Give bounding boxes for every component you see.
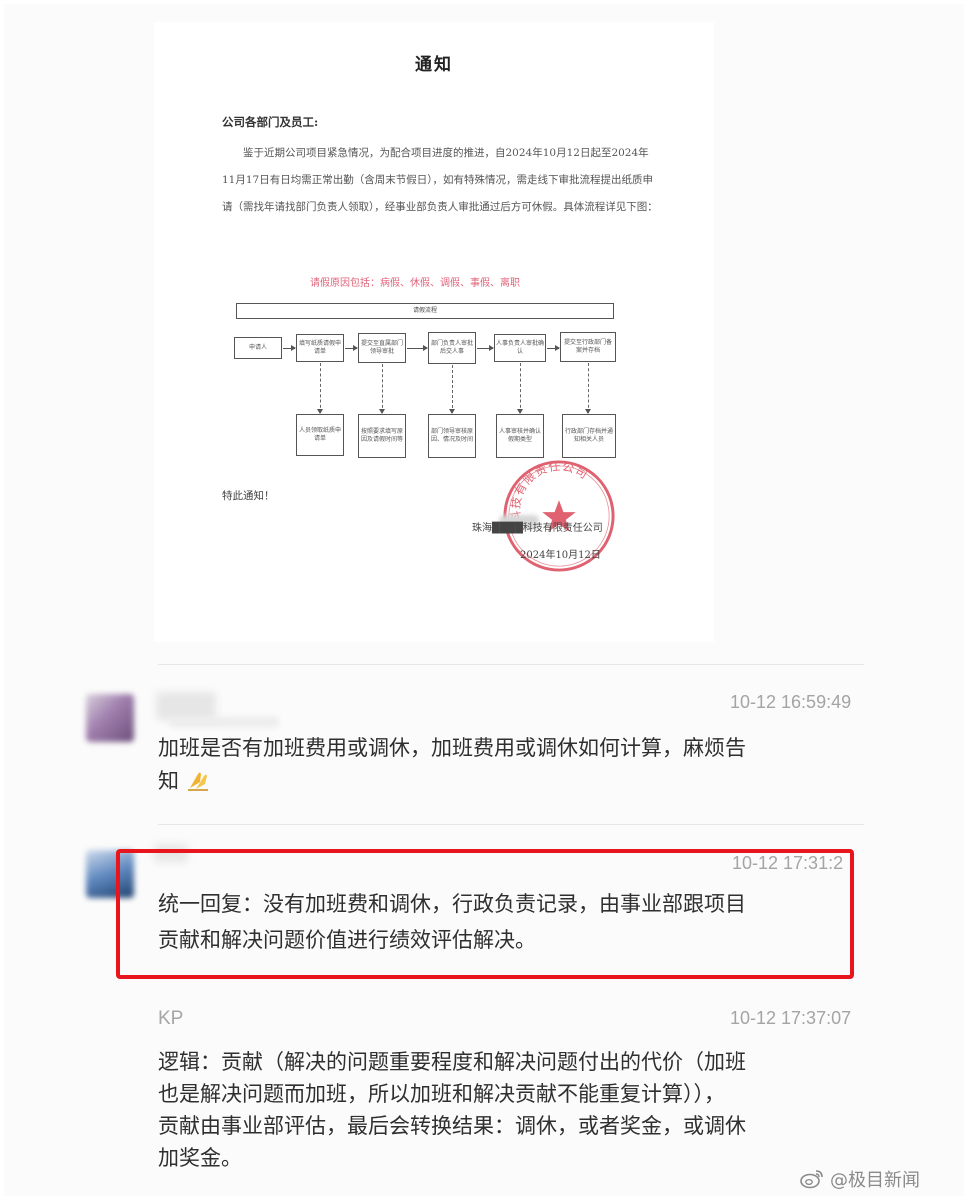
message-line: 加奖金。 — [158, 1146, 242, 1170]
message-timestamp: 10-12 17:37:07 — [730, 1008, 852, 1028]
flow-arrow-down — [317, 363, 323, 414]
watermark: @极目新闻 — [800, 1166, 920, 1192]
divider — [158, 824, 864, 825]
sender-subtitle-redacted — [169, 717, 279, 727]
flow-arrow-down — [585, 363, 591, 414]
flow-step-2: 填写纸质请假申请单 — [296, 334, 344, 362]
flow-note-3: 部门领导审核原因、情况及时间 — [428, 414, 476, 458]
notice-date: 2024年10月12日 — [520, 550, 601, 561]
flow-arrow — [407, 345, 428, 351]
notice-salutation: 公司各部门及员工: — [222, 115, 319, 129]
message-line: 加班是否有加班费用或调休，加班费用或调休如何计算，麻烦告 — [158, 736, 746, 760]
notice-document-image[interactable]: 通知 公司各部门及员工: 鉴于近期公司项目紧急情况，为配合项目进度的推进，自20… — [154, 22, 714, 642]
flow-arrow — [547, 345, 560, 351]
flow-note-4: 人事审核并确认假期类型 — [496, 414, 544, 458]
flow-note-2: 按照要求填写原因及请假时间等 — [358, 414, 406, 458]
notice-closing: 特此通知！ — [222, 490, 275, 502]
flowchart-title: 请假原因包括：病假、休假、调假、事假、离职 — [310, 278, 520, 289]
flow-step-5: 人事负责人审批确认 — [494, 334, 546, 362]
notice-title: 通知 — [415, 55, 453, 75]
flow-arrow — [477, 345, 494, 351]
flow-arrow-down — [449, 365, 455, 414]
message-text-line2: 知 — [158, 765, 214, 797]
flow-note-1: 人员领取纸质申请单 — [296, 414, 344, 456]
sender-name: KP — [158, 1008, 184, 1029]
message-timestamp: 10-12 16:59:49 — [730, 692, 852, 712]
weibo-logo-icon — [800, 1170, 823, 1189]
screenshot-canvas: 通知 公司各部门及员工: 鉴于近期公司项目紧急情况，为配合项目进度的推进，自20… — [4, 4, 964, 1196]
notice-body: 鉴于近期公司项目紧急情况，为配合项目进度的推进，自2024年10月12日起至20… — [222, 147, 658, 213]
sender-name-redacted — [156, 692, 216, 720]
flow-step-1: 申请人 — [234, 337, 282, 359]
flow-note-5: 行政部门存档并通知相关人员 — [562, 414, 616, 458]
red-highlight-box — [116, 849, 854, 979]
flow-arrow-down — [379, 364, 385, 414]
notice-company: 珠海████科技有限责任公司 — [472, 523, 603, 534]
message-line: 逻辑：贡献（解决的问题重要程度和解决问题付出的代价（加班 — [158, 1050, 746, 1074]
folded-hands-icon — [187, 772, 208, 791]
flow-step-4: 部门负责人审批后交人事 — [428, 332, 476, 364]
message-text: 加班是否有加班费用或调休，加班费用或调休如何计算，麻烦告 — [158, 732, 858, 764]
flowchart-header-bar: 请假流程 — [236, 303, 614, 319]
avatar[interactable] — [86, 694, 134, 742]
message-line: 也是解决问题而加班，所以加班和解决贡献不能重复计算））， — [158, 1082, 725, 1106]
flow-step-3: 提交至直属部门领导审批 — [358, 333, 406, 363]
message-line: 贡献由事业部评估，最后会转换结果：调休，或者奖金，或调休 — [158, 1114, 746, 1138]
watermark-text: @极目新闻 — [830, 1170, 920, 1191]
message-line: 知 — [158, 769, 179, 793]
flow-arrow-down — [517, 363, 523, 414]
flow-arrow — [345, 345, 358, 351]
divider — [158, 664, 864, 665]
flow-arrow — [283, 345, 296, 351]
flow-step-6: 提交至行政部门备案并存档 — [560, 332, 616, 362]
